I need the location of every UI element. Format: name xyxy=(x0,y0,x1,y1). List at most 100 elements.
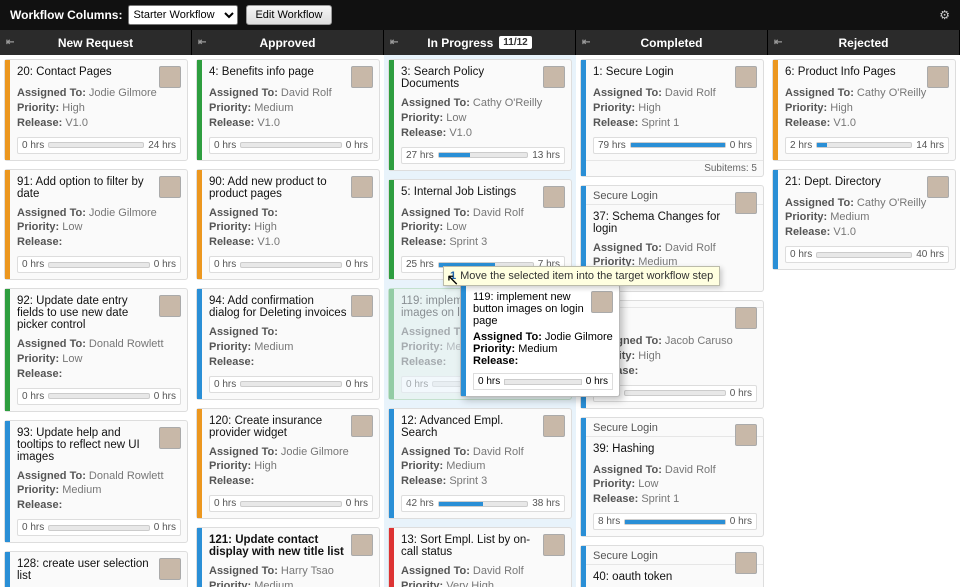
collapse-icon[interactable]: ⇤ xyxy=(774,37,782,48)
card-title: 90: Add new product to product pages xyxy=(209,176,373,200)
card-meta: Assigned To: Donald RowlettPriority: Low… xyxy=(17,337,181,382)
card-title: 1: Secure Login xyxy=(593,66,757,80)
card-meta: Assigned To: Cathy O'ReillyPriority: Med… xyxy=(785,196,949,241)
card[interactable]: 13: Sort Empl. List by on-call statusAss… xyxy=(388,527,572,587)
card-title: 94: Add confirmation dialog for Deleting… xyxy=(209,295,373,319)
card-meta: Assigned To: Jodie Gilmore Priority: Med… xyxy=(473,331,613,367)
card-meta: Assigned To: Harry TsaoPriority: MediumR… xyxy=(209,564,373,587)
avatar xyxy=(543,186,565,208)
card-meta: Assigned To: Cathy O'ReillyPriority: Low… xyxy=(401,96,565,141)
avatar xyxy=(735,192,757,214)
column-approved[interactable]: 4: Benefits info pageAssigned To: David … xyxy=(192,55,384,587)
card[interactable]: 91: Add option to filter by date Assigned… xyxy=(4,169,188,281)
hours-bar: 0 hrs0 hrs xyxy=(473,373,613,390)
collapse-icon[interactable]: ⇤ xyxy=(6,37,14,48)
card[interactable]: Secure Login39: HashingAssigned To: Davi… xyxy=(580,417,764,538)
card[interactable]: 120: Create insurance provider widget Ass… xyxy=(196,408,380,520)
card[interactable]: 93: Update help and tooltips to reflect … xyxy=(4,420,188,544)
avatar xyxy=(735,424,757,446)
card-title: 6: Product Info Pages xyxy=(785,66,949,80)
column-new-request[interactable]: 20: Contact PagesAssigned To: Jodie Gilm… xyxy=(0,55,192,587)
hours-bar: 0 hrs0 hrs xyxy=(17,519,181,536)
card-title: 21: Dept. Directory xyxy=(785,176,949,190)
card-meta: Assigned To: Jodie GilmorePriority: High… xyxy=(209,445,373,490)
columns-header: ⇤ New Request ⇤ Approved ⇤ In Progress 1… xyxy=(0,30,960,55)
column-rejected[interactable]: 6: Product Info Pages Assigned To: Cathy … xyxy=(768,55,960,587)
card[interactable]: 121: Update contact display with new tit… xyxy=(196,527,380,587)
avatar xyxy=(159,176,181,198)
card[interactable]: Secure Login40: oauth tokenAssigned To: … xyxy=(580,545,764,587)
card[interactable]: 5: Internal Job Listings Assigned To: Dav… xyxy=(388,179,572,281)
edit-workflow-button[interactable]: Edit Workflow xyxy=(246,5,331,25)
column-badge: 11/12 xyxy=(499,36,531,49)
column-header-approved: ⇤ Approved xyxy=(192,30,384,55)
card-title: 128: create user selection list xyxy=(17,558,181,582)
avatar xyxy=(927,176,949,198)
avatar xyxy=(159,66,181,88)
drag-ghost-card[interactable]: 119: implement new button images on logi… xyxy=(460,284,620,397)
avatar xyxy=(591,291,613,313)
hours-bar: 0 hrs0 hrs xyxy=(17,256,181,273)
avatar xyxy=(735,307,757,329)
card-title: 92: Update date entry fields to use new … xyxy=(17,295,181,331)
avatar xyxy=(159,427,181,449)
card[interactable]: 4: Benefits info pageAssigned To: David … xyxy=(196,59,380,161)
avatar xyxy=(543,534,565,556)
column-header-rejected: ⇤ Rejected xyxy=(768,30,960,55)
card-title: 40: oauth token xyxy=(593,571,757,585)
card[interactable]: 1: Secure Login Assigned To: David RolfPr… xyxy=(580,59,764,177)
collapse-icon[interactable]: ⇤ xyxy=(390,37,398,48)
card-meta: Assigned To: David RolfPriority: HighRel… xyxy=(593,86,757,131)
column-header-in-progress: ⇤ In Progress 11/12 xyxy=(384,30,576,55)
card[interactable]: 3: Search Policy DocumentsAssigned To: C… xyxy=(388,59,572,171)
column-title: Approved xyxy=(259,36,315,50)
card-title: 91: Add option to filter by date xyxy=(17,176,181,200)
card[interactable]: 21: Dept. Directory Assigned To: Cathy O'… xyxy=(772,169,956,271)
card[interactable]: 20: Contact PagesAssigned To: Jodie Gilm… xyxy=(4,59,188,161)
card-meta: Assigned To: David RolfPriority: LowRele… xyxy=(593,463,757,508)
card[interactable]: 90: Add new product to product pagesAssi… xyxy=(196,169,380,281)
card[interactable]: 92: Update date entry fields to use new … xyxy=(4,288,188,412)
card-title: 37: Schema Changes for login xyxy=(593,211,757,235)
column-title: In Progress xyxy=(427,36,493,50)
card-meta: Assigned To: David RolfPriority: MediumR… xyxy=(401,445,565,490)
column-header-new-request: ⇤ New Request xyxy=(0,30,192,55)
hours-bar: 0 hrs0 hrs xyxy=(209,495,373,512)
avatar xyxy=(735,66,757,88)
card[interactable]: 12: Advanced Empl. SearchAssigned To: Da… xyxy=(388,408,572,520)
avatar xyxy=(351,415,373,437)
column-title: Rejected xyxy=(838,36,888,50)
collapse-icon[interactable]: ⇤ xyxy=(198,37,206,48)
hours-bar: 0 hrs0 hrs xyxy=(17,388,181,405)
collapse-icon[interactable]: ⇤ xyxy=(582,37,590,48)
card-meta: Assigned To: David RolfPriority: Very Hi… xyxy=(401,564,565,587)
card-meta: Assigned To: Priority: MediumRelease: xyxy=(209,325,373,370)
card[interactable]: 94: Add confirmation dialog for Deleting… xyxy=(196,288,380,400)
avatar xyxy=(543,415,565,437)
column-title: Completed xyxy=(640,36,702,50)
card[interactable]: 128: create user selection listAssigned … xyxy=(4,551,188,587)
hours-bar: 0 hrs0 hrs xyxy=(209,137,373,154)
card[interactable]: 6: Product Info Pages Assigned To: Cathy … xyxy=(772,59,956,161)
card-title: 121: Update contact display with new tit… xyxy=(209,534,373,558)
hours-bar: 2 hrs14 hrs xyxy=(785,137,949,154)
card-meta: Assigned To: Donald RowlettPriority: Med… xyxy=(17,469,181,514)
card-meta: Assigned To: David RolfPriority: LowRele… xyxy=(401,206,565,251)
card-meta: Assigned To: Jodie GilmorePriority: High… xyxy=(17,86,181,131)
drag-tooltip-text: Move the selected item into the target w… xyxy=(460,270,713,282)
card-title: 120: Create insurance provider widget xyxy=(209,415,373,439)
avatar xyxy=(159,558,181,580)
drag-tooltip: 1 Move the selected item into the target… xyxy=(443,266,720,286)
hours-bar: 79 hrs0 hrs xyxy=(593,137,757,154)
workflow-select[interactable]: Starter Workflow xyxy=(128,5,238,25)
card-title: 5: Internal Job Listings xyxy=(401,186,565,200)
avatar xyxy=(351,176,373,198)
hours-bar: 0 hrs0 hrs xyxy=(209,256,373,273)
subitems-count: Subitems: 5 xyxy=(581,160,763,176)
gear-icon[interactable]: ⚙ xyxy=(939,8,950,22)
hours-bar: 27 hrs13 hrs xyxy=(401,147,565,164)
hours-bar: 42 hrs38 hrs xyxy=(401,495,565,512)
card-meta: Assigned To: Jodie GilmorePriority: LowR… xyxy=(17,206,181,251)
card-meta: Assigned To: Cathy O'ReillyPriority: Hig… xyxy=(785,86,949,131)
column-header-completed: ⇤ Completed xyxy=(576,30,768,55)
